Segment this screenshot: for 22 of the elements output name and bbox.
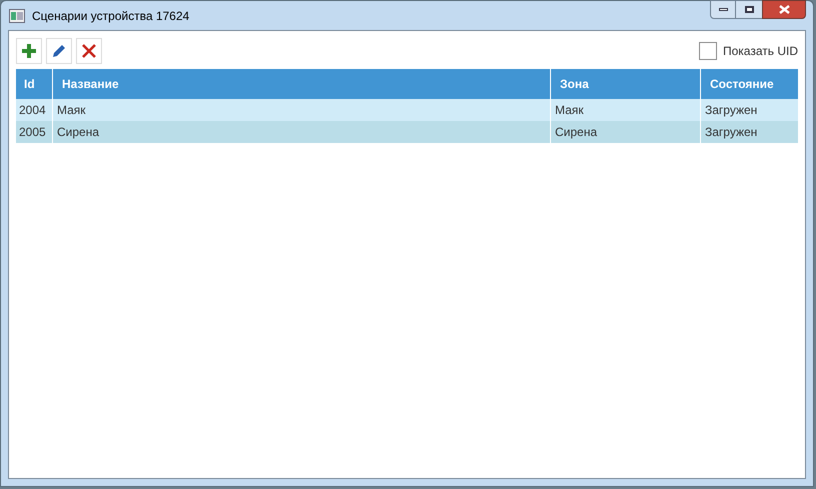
table-row[interactable]: 2004 Маяк Маяк Загружен	[16, 99, 798, 121]
window-icon	[9, 8, 25, 22]
table-cell: Сирена	[52, 121, 550, 143]
table-cell-text: 2005	[18, 124, 47, 141]
checkbox-label: Показать UID	[722, 43, 798, 60]
close-button[interactable]	[762, 0, 806, 19]
table-cell: Сирена	[550, 121, 700, 143]
minimize-button[interactable]	[710, 0, 736, 19]
pencil-icon	[52, 44, 66, 58]
add-button[interactable]	[16, 38, 42, 64]
delete-button[interactable]	[76, 38, 102, 64]
window-title: Сценарии устройства 17624	[32, 8, 190, 24]
edit-button[interactable]	[46, 38, 72, 64]
table-cell-text: 2004	[18, 102, 47, 119]
column-header[interactable]: Id	[16, 69, 52, 99]
table-row[interactable]: 2005 Сирена Сирена Загружен	[16, 121, 798, 143]
cross-icon	[82, 44, 96, 58]
close-icon	[778, 5, 790, 14]
plus-icon	[22, 44, 36, 58]
show-uid-checkbox[interactable]	[698, 42, 717, 60]
table-cell: Загружен	[700, 121, 800, 143]
maximize-button[interactable]	[736, 0, 762, 19]
